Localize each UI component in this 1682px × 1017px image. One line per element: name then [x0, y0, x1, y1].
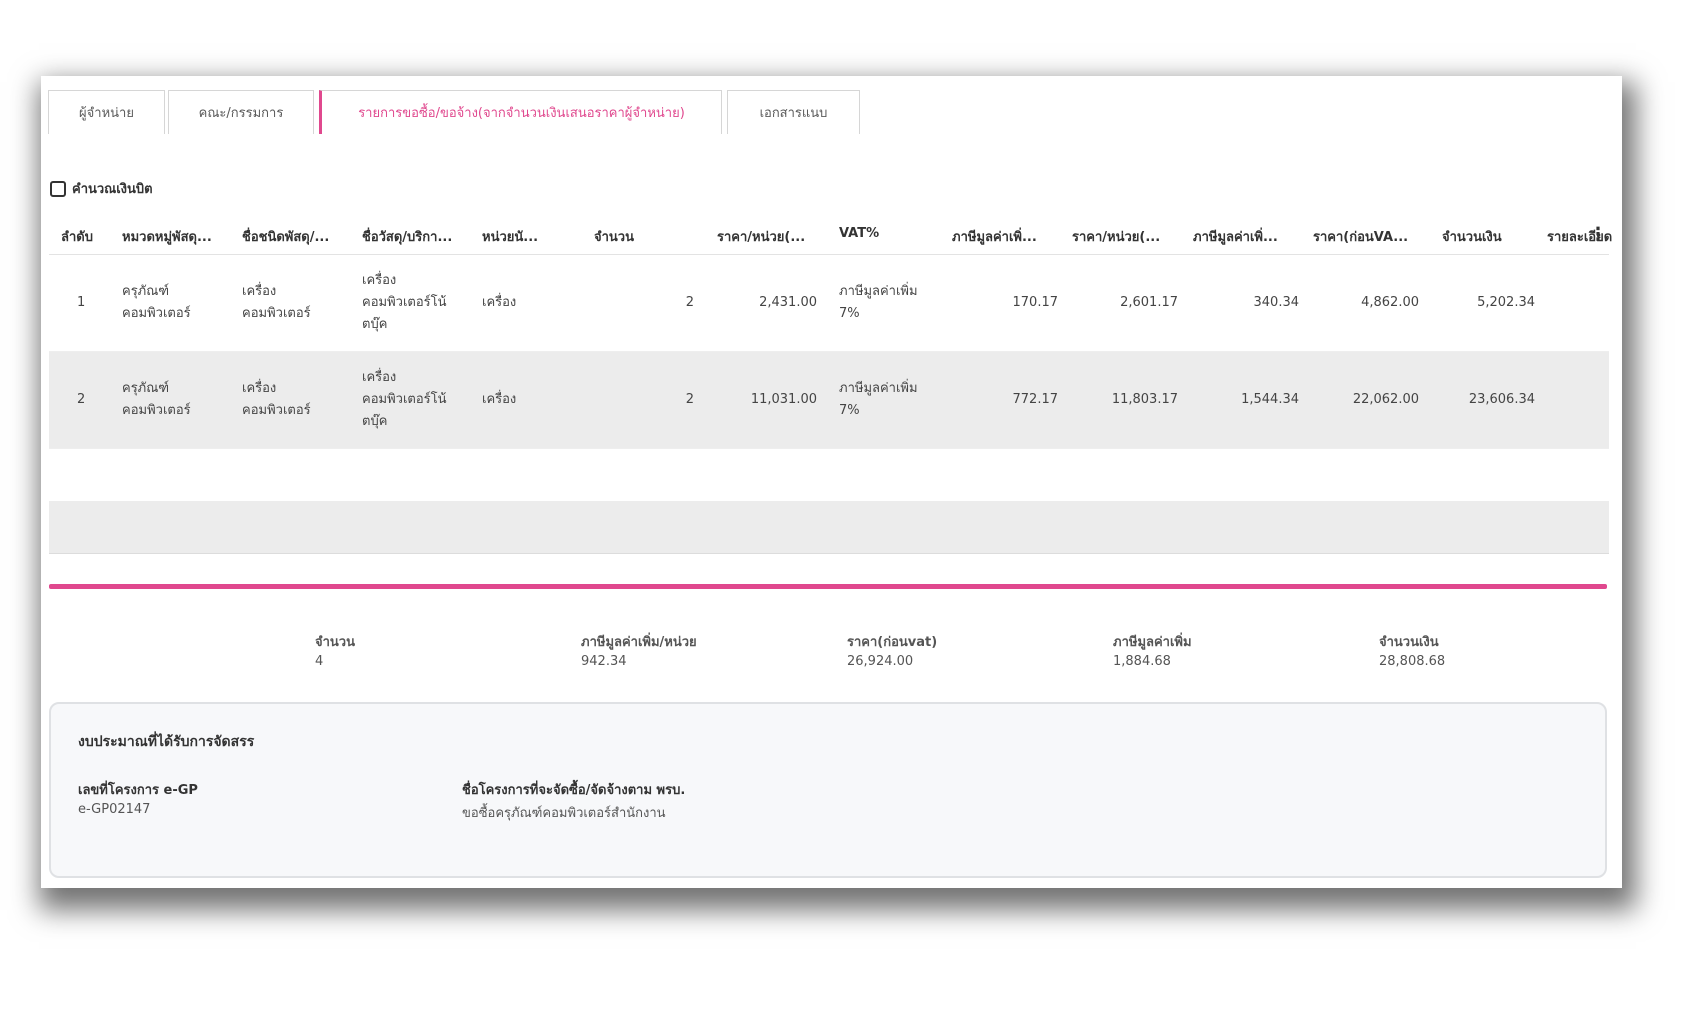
cell-price-before-vat: 4,862.00 — [1361, 295, 1419, 310]
tab-vendor[interactable]: ผู้จำหน่าย — [48, 90, 165, 134]
cell-no: 2 — [77, 392, 86, 407]
cell-no: 1 — [77, 295, 86, 310]
empty-row — [49, 501, 1609, 554]
summary-vat: ภาษีมูลค่าเพิ่ม 1,884.68 — [1113, 635, 1192, 669]
table-header: ลำดับ หมวดหมู่พัสดุ... ชื่อชนิดพัสดุ/...… — [49, 214, 1612, 255]
col-header-vat[interactable]: VAT% — [839, 226, 929, 241]
cell-unit: เครื่อง — [482, 295, 517, 310]
main-panel: ผู้จำหน่าย คณะ/กรรมการ รายการขอซื้อ/ขอจ้… — [41, 76, 1622, 888]
col-header-price-before-vat[interactable]: ราคา(ก่อนVA... — [1313, 226, 1425, 247]
project-number-field: เลขที่โครงการ e-GP e-GP02147 — [78, 783, 198, 817]
summary-qty: จำนวน 4 — [315, 635, 355, 669]
cell-price-before-vat: 22,062.00 — [1352, 392, 1419, 407]
cell-category: ครุภัณฑ์ คอมพิวเตอร์ — [122, 284, 191, 321]
cell-category: ครุภัณฑ์ คอมพิวเตอร์ — [122, 381, 191, 418]
items-table: ลำดับ หมวดหมู่พัสดุ... ชื่อชนิดพัสดุ/...… — [49, 214, 1612, 554]
cell-vat-total: 340.34 — [1253, 295, 1300, 310]
summary-price-before-vat: ราคา(ก่อนvat) 26,924.00 — [847, 635, 938, 669]
cell-unit-price: 2,431.00 — [759, 295, 817, 310]
col-header-qty[interactable]: จำนวน — [594, 226, 694, 247]
vertical-dots-icon[interactable]: ⋮ — [1589, 224, 1607, 245]
calc-label: คำนวณเงินบิต — [72, 182, 153, 197]
cell-unit-price: 11,031.00 — [750, 392, 817, 407]
cell-unit: เครื่อง — [482, 392, 517, 407]
project-name-field: ชื่อโครงการที่จะจัดซื้อ/จัดจ้างตาม พรบ. … — [462, 783, 686, 821]
col-header-unit-price-vat[interactable]: ราคา/หน่วย(... — [1072, 226, 1184, 247]
tab-committee[interactable]: คณะ/กรรมการ — [168, 90, 314, 134]
table-row[interactable]: 2 ครุภัณฑ์ คอมพิวเตอร์ เครื่อง คอมพิวเตอร์… — [49, 352, 1609, 449]
summary-vat-per-unit: ภาษีมูลค่าเพิ่ม/หน่วย 942.34 — [581, 635, 697, 669]
summary-row: จำนวน 4 ภาษีมูลค่าเพิ่ม/หน่วย 942.34 ราคา(… — [41, 631, 1622, 681]
cell-vat-amount: 170.17 — [1012, 295, 1059, 310]
cell-vat-total: 1,544.34 — [1241, 392, 1299, 407]
col-header-item[interactable]: ชื่อวัสดุ/บริกา... — [362, 226, 472, 247]
col-header-no[interactable]: ลำดับ — [61, 226, 116, 247]
cell-qty: 2 — [685, 295, 694, 310]
cell-item: เครื่อง คอมพิวเตอร์โน้ ตบุ๊ค — [362, 273, 447, 332]
col-header-type[interactable]: ชื่อชนิดพัสดุ/... — [242, 226, 352, 247]
cell-vat: ภาษีมูลค่าเพิ่ม 7% — [839, 284, 918, 321]
cell-item: เครื่อง คอมพิวเตอร์โน้ ตบุ๊ค — [362, 370, 447, 429]
empty-row — [49, 449, 1609, 501]
budget-title: งบประมาณที่ได้รับการจัดสรร — [78, 734, 255, 750]
checkbox-icon[interactable] — [50, 180, 66, 197]
cell-amount: 23,606.34 — [1468, 392, 1535, 407]
col-header-unit[interactable]: หน่วยนั... — [482, 226, 562, 247]
summary-amount: จำนวนเงิน 28,808.68 — [1379, 635, 1446, 669]
calc-checkbox-row[interactable]: คำนวณเงินบิต — [50, 178, 153, 199]
cell-qty: 2 — [685, 392, 694, 407]
col-header-unit-price[interactable]: ราคา/หน่วย(... — [717, 226, 827, 247]
cell-amount: 5,202.34 — [1477, 295, 1535, 310]
col-header-amount[interactable]: จำนวนเงิน — [1442, 226, 1542, 247]
budget-card: งบประมาณที่ได้รับการจัดสรร เลขที่โครงการ… — [49, 702, 1607, 878]
cell-vat-amount: 772.17 — [1012, 392, 1059, 407]
table-row[interactable]: 1 ครุภัณฑ์ คอมพิวเตอร์ เครื่อง คอมพิวเตอร์… — [49, 255, 1609, 352]
table-scrollbar[interactable] — [49, 584, 1607, 589]
tab-attachments[interactable]: เอกสารแนบ — [727, 90, 860, 134]
col-header-category[interactable]: หมวดหมู่พัสดุ... — [122, 226, 232, 247]
cell-unit-price-vat: 11,803.17 — [1111, 392, 1178, 407]
cell-vat: ภาษีมูลค่าเพิ่ม 7% — [839, 381, 918, 418]
col-header-vat-total[interactable]: ภาษีมูลค่าเพิ่... — [1193, 226, 1305, 247]
col-header-vat-amount[interactable]: ภาษีมูลค่าเพิ่... — [952, 226, 1064, 247]
cell-type: เครื่อง คอมพิวเตอร์ — [242, 284, 311, 321]
cell-type: เครื่อง คอมพิวเตอร์ — [242, 381, 311, 418]
cell-unit-price-vat: 2,601.17 — [1120, 295, 1178, 310]
tab-purchase-items[interactable]: รายการขอซื้อ/ขอจ้าง(จากจำนวนเงินเสนอราคา… — [319, 90, 722, 134]
